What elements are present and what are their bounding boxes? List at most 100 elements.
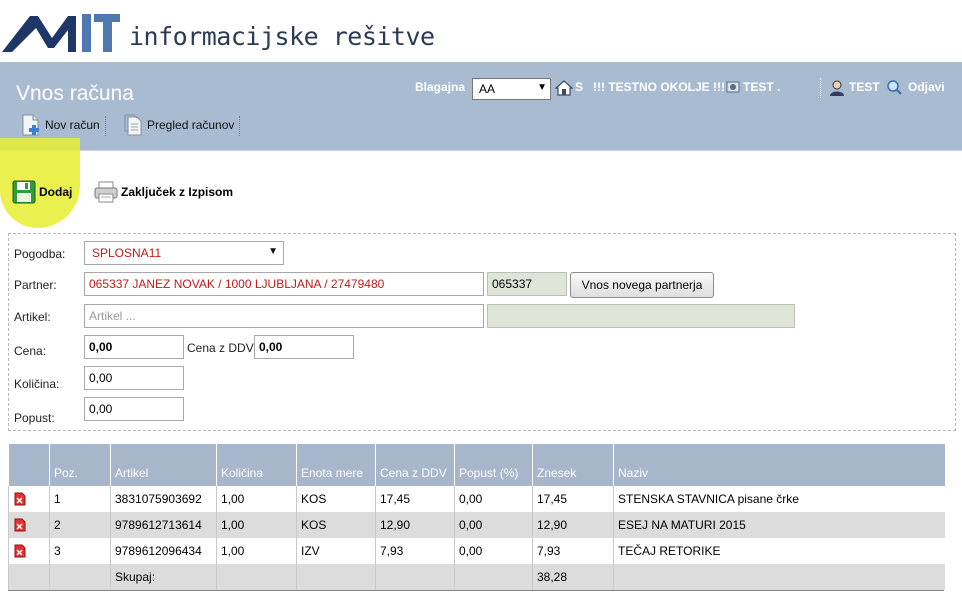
col-header-artikel: Artikel bbox=[110, 444, 217, 486]
chevron-down-icon: ▼ bbox=[268, 246, 278, 257]
popust-cell: 0,00 bbox=[454, 486, 533, 512]
kolicina-cell: 1,00 bbox=[216, 486, 297, 512]
cena-cell: 7,93 bbox=[375, 538, 455, 564]
delete-cell bbox=[8, 538, 50, 564]
col-header-poz: Poz. bbox=[49, 444, 111, 486]
popust-cell: 0,00 bbox=[454, 538, 533, 564]
environment-label: !!! TESTNO OKOLJE !!! bbox=[593, 80, 725, 94]
table-row: 2 9789612713614 1,00 KOS 12,90 0,00 12,9… bbox=[8, 512, 945, 538]
poz-cell: 1 bbox=[49, 486, 111, 512]
header-border bbox=[0, 150, 962, 151]
znesek-cell: 12,90 bbox=[532, 512, 614, 538]
artikel-cell: 3831075903692 bbox=[110, 486, 217, 512]
printer-icon bbox=[94, 181, 118, 203]
pogodba-label: Pogodba: bbox=[14, 247, 66, 261]
naziv-cell: ESEJ NA MATURI 2015 bbox=[613, 512, 945, 538]
col-header-cena: Cena z DDV bbox=[375, 444, 455, 486]
new-partner-button[interactable]: Vnos novega partnerja bbox=[570, 272, 714, 298]
poz-cell: 3 bbox=[49, 538, 111, 564]
items-table: Poz. Artikel Količina Enota mere Cena z … bbox=[8, 444, 945, 590]
cena-input[interactable]: 0,00 bbox=[84, 335, 184, 359]
delete-cell bbox=[8, 512, 50, 538]
delete-icon[interactable] bbox=[13, 518, 27, 532]
kolicina-cell: 1,00 bbox=[216, 512, 297, 538]
table-header-row: Poz. Artikel Količina Enota mere Cena z … bbox=[8, 444, 945, 486]
artikel-input[interactable]: Artikel ... bbox=[84, 304, 484, 328]
col-header-naziv: Naziv bbox=[613, 444, 945, 486]
documents-icon bbox=[124, 114, 142, 136]
close-print-button[interactable]: Zaključek z Izpisom bbox=[94, 181, 233, 203]
col-header-kolicina: Količina bbox=[216, 444, 297, 486]
save-icon bbox=[12, 180, 36, 204]
new-document-icon bbox=[22, 114, 39, 136]
cena-cell: 17,45 bbox=[375, 486, 455, 512]
delete-icon[interactable] bbox=[13, 492, 27, 506]
partner-label: Partner: bbox=[14, 278, 57, 292]
user-icon bbox=[830, 80, 844, 96]
logo-bar: informacijske rešitve bbox=[0, 0, 962, 62]
invoice-list-button[interactable]: Pregled računov bbox=[122, 114, 234, 136]
company-label[interactable]: TEST . bbox=[743, 80, 780, 94]
invoice-list-label: Pregled računov bbox=[147, 118, 235, 132]
home-label[interactable]: S bbox=[575, 80, 583, 94]
naziv-cell: TEČAJ RETORIKE bbox=[613, 538, 945, 564]
header-toolbar: Blagajna AA ▼ S !!! TESTNO OKOLJE !!! TE… bbox=[0, 78, 962, 100]
add-label: Dodaj bbox=[39, 185, 73, 199]
naziv-cell: STENSKA STAVNICA pisane črke bbox=[613, 486, 945, 512]
table-bottom-border bbox=[8, 590, 944, 591]
znesek-cell: 7,93 bbox=[532, 538, 614, 564]
blagajna-label: Blagajna bbox=[415, 80, 466, 94]
blagajna-select[interactable]: AA ▼ bbox=[472, 78, 551, 100]
nav-divider bbox=[239, 116, 240, 136]
home-icon[interactable] bbox=[555, 79, 573, 97]
enota-cell: IZV bbox=[296, 538, 376, 564]
delete-cell bbox=[8, 486, 50, 512]
cena-label: Cena: bbox=[14, 344, 47, 358]
company-icon bbox=[726, 81, 740, 93]
col-header-popust: Popust (%) bbox=[454, 444, 533, 486]
enota-cell: KOS bbox=[296, 486, 376, 512]
user-label[interactable]: TEST bbox=[849, 80, 880, 94]
sum-label: Skupaj: bbox=[110, 564, 217, 590]
pogodba-select[interactable]: SPLOSNA11 ▼ bbox=[84, 241, 284, 265]
cena-ddv-label: Cena z DDV: bbox=[187, 341, 257, 355]
kolicina-cell: 1,00 bbox=[216, 538, 297, 564]
kolicina-input[interactable]: 0,00 bbox=[84, 366, 184, 390]
partner-input[interactable]: 065337 JANEZ NOVAK / 1000 LJUBLJANA / 27… bbox=[84, 272, 484, 296]
blagajna-value: AA bbox=[479, 82, 496, 96]
col-header-enota: Enota mere bbox=[296, 444, 376, 486]
header-divider bbox=[820, 78, 821, 98]
artikel-name-field bbox=[487, 304, 795, 328]
artikel-cell: 9789612096434 bbox=[110, 538, 217, 564]
popust-input[interactable]: 0,00 bbox=[84, 397, 184, 421]
nav-divider bbox=[105, 116, 106, 136]
mit-logo bbox=[2, 14, 120, 52]
table-sum-row: Skupaj: 38,28 bbox=[8, 564, 945, 590]
artikel-label: Artikel: bbox=[14, 310, 51, 324]
artikel-cell: 9789612713614 bbox=[110, 512, 217, 538]
enota-cell: KOS bbox=[296, 512, 376, 538]
partner-code-field: 065337 bbox=[487, 272, 567, 296]
col-header-znesek: Znesek bbox=[532, 444, 614, 486]
logout-button[interactable]: Odjavi bbox=[908, 80, 945, 94]
chevron-down-icon: ▼ bbox=[537, 82, 547, 93]
logout-icon bbox=[887, 80, 902, 95]
kolicina-label: Količina: bbox=[14, 377, 60, 391]
delete-icon[interactable] bbox=[13, 544, 27, 558]
sum-value: 38,28 bbox=[532, 564, 614, 590]
logo-text: informacijske rešitve bbox=[129, 22, 435, 51]
new-invoice-button[interactable]: Nov račun bbox=[20, 114, 100, 136]
cena-ddv-input[interactable]: 0,00 bbox=[254, 335, 354, 359]
znesek-cell: 17,45 bbox=[532, 486, 614, 512]
poz-cell: 2 bbox=[49, 512, 111, 538]
new-invoice-label: Nov račun bbox=[45, 118, 100, 132]
popust-label: Popust: bbox=[14, 411, 55, 425]
close-print-label: Zaključek z Izpisom bbox=[121, 185, 234, 199]
cena-cell: 12,90 bbox=[375, 512, 455, 538]
popust-cell: 0,00 bbox=[454, 512, 533, 538]
header: Vnos računa Nov račun Pregled računov Bl… bbox=[0, 62, 962, 150]
pogodba-value: SPLOSNA11 bbox=[92, 246, 162, 260]
table-row: 1 3831075903692 1,00 KOS 17,45 0,00 17,4… bbox=[8, 486, 945, 512]
col-header-delete bbox=[8, 444, 50, 486]
add-button[interactable]: Dodaj bbox=[12, 180, 72, 204]
